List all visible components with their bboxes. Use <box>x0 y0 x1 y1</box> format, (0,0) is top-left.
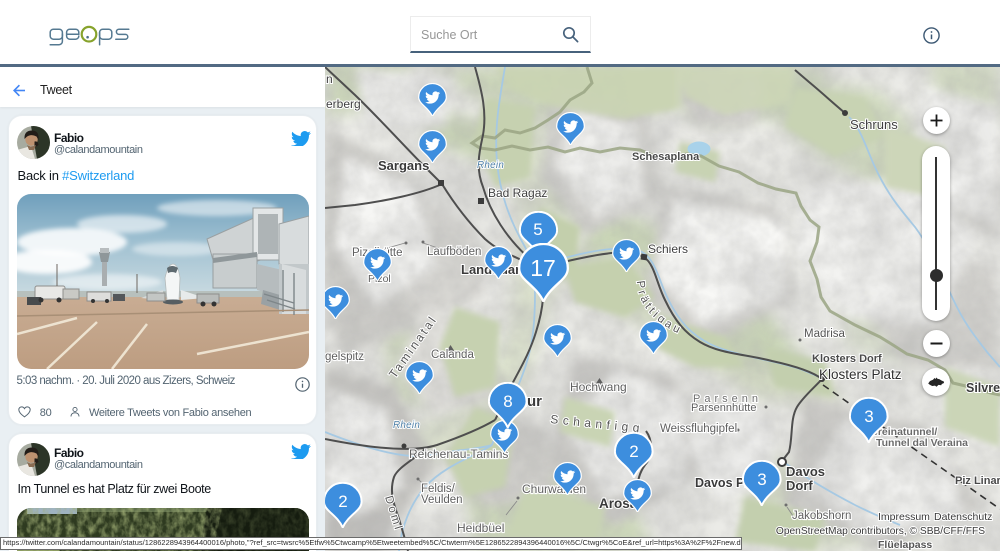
svg-text:OpenStreetMap contributors, ©: OpenStreetMap contributors, © SBB/CFF/FF… <box>776 526 985 537</box>
svg-text:Davos Pl: Davos Pl <box>695 476 748 490</box>
svg-text:erberg: erberg <box>326 97 361 111</box>
svg-text:Tunnel dal Veraina: Tunnel dal Veraina <box>876 437 968 449</box>
svg-text:Impressum: Impressum <box>878 511 930 523</box>
svg-text:Bad Ragaz: Bad Ragaz <box>488 186 547 200</box>
svg-text:Calanda: Calanda <box>431 349 474 361</box>
svg-text:Jakobshorn: Jakobshorn <box>792 510 851 522</box>
svg-text:Klosters Dorf: Klosters Dorf <box>812 353 882 365</box>
svg-text:Flüelapass: Flüelapass <box>878 539 932 551</box>
svg-text:Silvrett: Silvrett <box>966 381 1000 395</box>
svg-text:Hochwang: Hochwang <box>570 380 627 394</box>
svg-text:Rhein: Rhein <box>393 420 420 431</box>
svg-text:Weissfluhgipfel: Weissfluhgipfel <box>660 423 737 435</box>
svg-text:Piz Linar: Piz Linar <box>955 475 1000 487</box>
svg-text:Veulden: Veulden <box>421 494 463 506</box>
svg-text:gelspitz: gelspitz <box>325 351 364 363</box>
svg-text:Heidbüel: Heidbüel <box>457 521 504 535</box>
svg-text:Klosters Platz: Klosters Platz <box>819 367 902 382</box>
svg-text:Rhein: Rhein <box>477 160 504 171</box>
svg-text:Parsenn: Parsenn <box>693 393 762 405</box>
svg-text:Schesaplana: Schesaplana <box>632 151 700 163</box>
svg-text:Schruns: Schruns <box>850 117 898 132</box>
svg-text:Davos: Davos <box>786 464 825 479</box>
svg-text:Laufböden: Laufböden <box>427 246 481 258</box>
svg-text:Dorf: Dorf <box>786 478 813 493</box>
svg-text:Madrisa: Madrisa <box>804 328 846 340</box>
svg-text:Datenschutz: Datenschutz <box>934 511 992 523</box>
svg-text:Schiers: Schiers <box>648 242 688 256</box>
svg-text:n: n <box>326 72 333 86</box>
